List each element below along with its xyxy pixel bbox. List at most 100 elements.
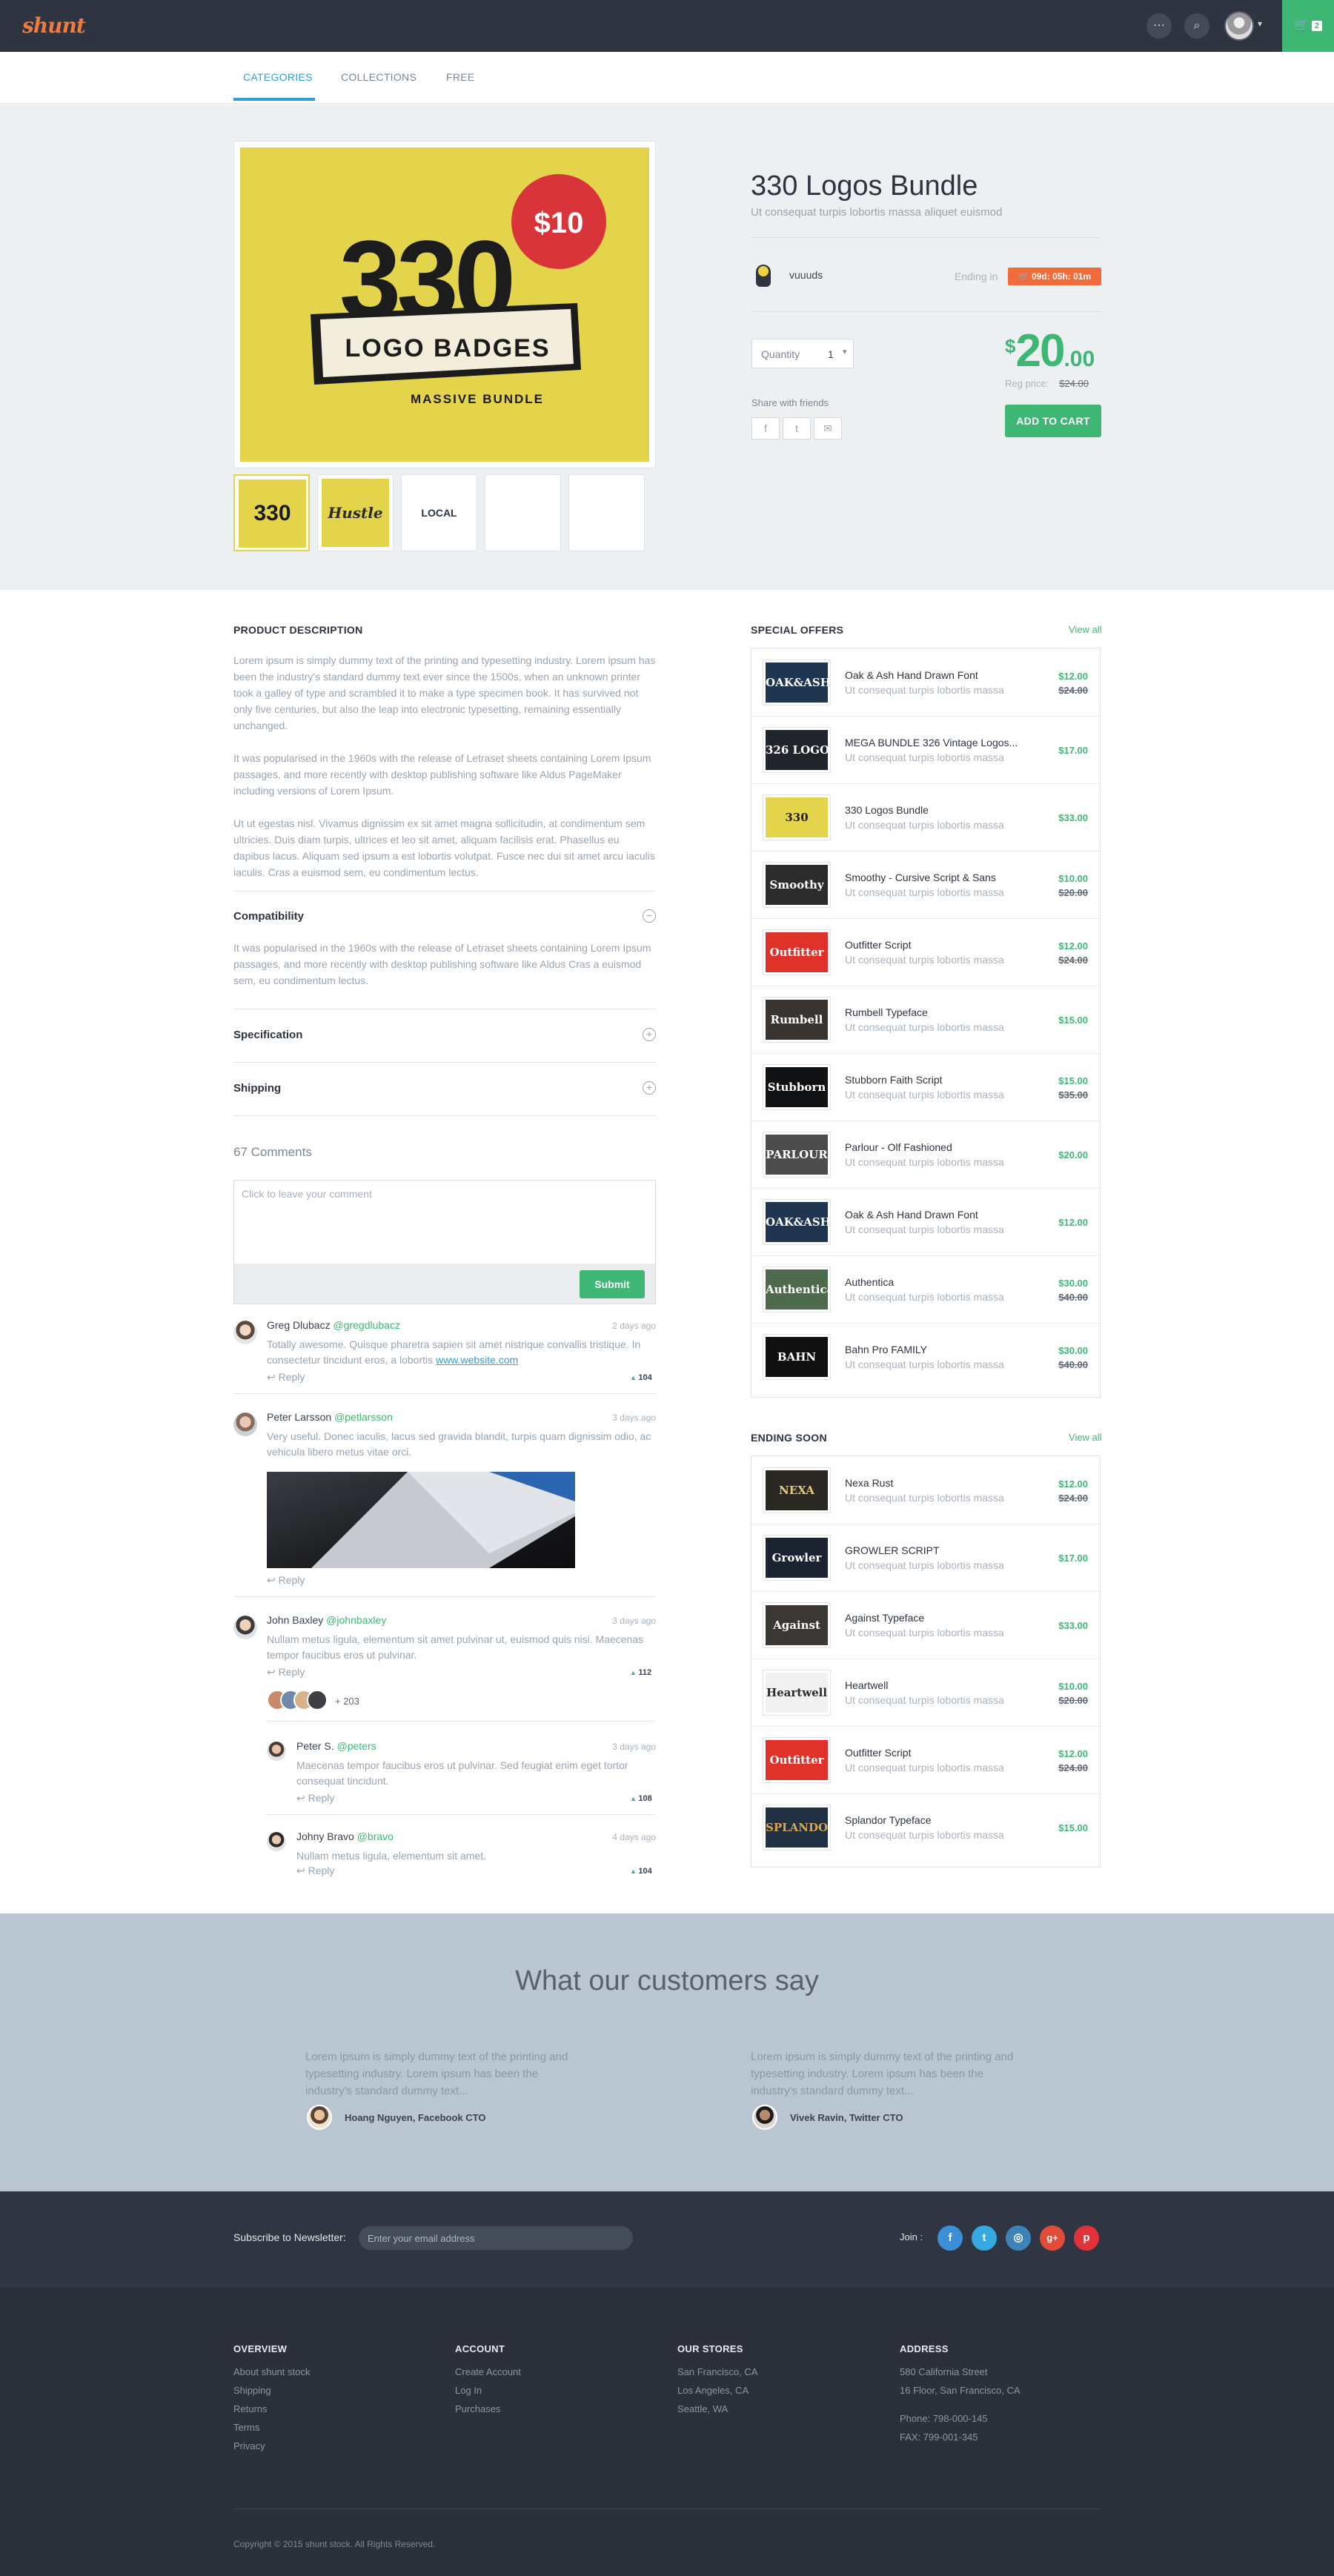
product-list-item[interactable]: SPLANDOR Splandor Typeface Ut consequat tu…	[751, 1794, 1100, 1862]
vote-count[interactable]: 108	[630, 1794, 651, 1803]
vote-count[interactable]: 104	[630, 1373, 651, 1382]
product-list-item[interactable]: Heartwell Heartwell Ut consequat turpis lo…	[751, 1659, 1100, 1727]
avatar[interactable]	[233, 1413, 257, 1436]
product-name[interactable]: Against Typeface	[845, 1612, 1030, 1624]
footer-link[interactable]: Privacy	[233, 2440, 265, 2451]
product-name[interactable]: Outfitter Script	[845, 1747, 1030, 1759]
product-list-item[interactable]: Outfitter Outfitter Script Ut consequat tu…	[751, 1727, 1100, 1794]
product-thumbnail[interactable]: Stubborn	[763, 1065, 830, 1109]
twitter-icon[interactable]: t	[972, 2225, 997, 2251]
vote-count[interactable]: 104	[630, 1867, 651, 1876]
product-list-item[interactable]: OAK&ASH Oak & Ash Hand Drawn Font Ut conse…	[751, 649, 1100, 717]
footer-link[interactable]: Shipping	[233, 2385, 271, 2396]
product-list-item[interactable]: Growler GROWLER SCRIPT Ut consequat turpis…	[751, 1524, 1100, 1592]
product-name[interactable]: 330 Logos Bundle	[845, 804, 1030, 816]
product-name[interactable]: Heartwell	[845, 1679, 1030, 1691]
product-thumbnail[interactable]: Outfitter	[763, 930, 830, 975]
facebook-icon[interactable]: f	[938, 2225, 963, 2251]
product-list-item[interactable]: BAHN Bahn Pro FAMILY Ut consequat turpis l…	[751, 1324, 1100, 1391]
product-thumbnail[interactable]: PARLOUR	[763, 1132, 830, 1177]
comment-image[interactable]	[267, 1472, 575, 1568]
footer-link[interactable]: Purchases	[455, 2403, 500, 2414]
product-name[interactable]: Splandor Typeface	[845, 1814, 1030, 1826]
product-thumbnail[interactable]: Growler	[763, 1536, 830, 1580]
comment-link[interactable]: www.website.com	[436, 1354, 518, 1366]
product-thumbnail[interactable]: Outfitter	[763, 1738, 830, 1782]
product-list-item[interactable]: Against Against Typeface Ut consequat turp…	[751, 1592, 1100, 1659]
author-name[interactable]: Johny Bravo	[296, 1830, 354, 1842]
footer-link[interactable]: About shunt stock	[233, 2366, 310, 2377]
reply-button[interactable]: ↩ Reply	[267, 1666, 305, 1679]
footer-link[interactable]: Seattle, WA	[677, 2403, 728, 2414]
product-thumbnail[interactable]: Rumbell	[763, 997, 830, 1042]
avatar[interactable]	[267, 1832, 286, 1851]
tab-free[interactable]: FREE	[446, 71, 475, 83]
instagram-icon[interactable]: ◎	[1006, 2225, 1031, 2251]
product-list-item[interactable]: 326 LOGOS MEGA BUNDLE 326 Vintage Logos..…	[751, 717, 1100, 784]
product-thumbnail[interactable]: Heartwell	[763, 1670, 830, 1715]
footer-link[interactable]: Los Angeles, CA	[677, 2385, 749, 2396]
add-to-cart-button[interactable]: ADD TO CART	[1005, 405, 1101, 437]
product-name[interactable]: MEGA BUNDLE 326 Vintage Logos...	[845, 737, 1030, 748]
product-name[interactable]: Outfitter Script	[845, 939, 1030, 951]
expand-icon[interactable]: +	[643, 1028, 656, 1041]
product-thumbnail[interactable]: 326 LOGOS	[763, 728, 830, 772]
avatar[interactable]	[233, 1321, 257, 1344]
reply-button[interactable]: ↩ Reply	[267, 1371, 305, 1384]
product-thumbnail[interactable]: Smoothy	[763, 863, 830, 907]
cart-button[interactable]: 🛒 2	[1282, 0, 1334, 52]
logo[interactable]: shunt	[22, 13, 86, 38]
seller-name[interactable]: vuuuds	[789, 269, 823, 281]
product-thumbnail[interactable]: NEXA	[763, 1468, 830, 1513]
footer-link[interactable]: San Francisco, CA	[677, 2366, 757, 2377]
email-field[interactable]: Enter your email address	[359, 2226, 633, 2250]
expand-icon[interactable]: +	[643, 1081, 656, 1095]
reply-button[interactable]: ↩ Reply	[296, 1865, 334, 1877]
footer-link[interactable]: Returns	[233, 2403, 268, 2414]
product-name[interactable]: Parlour - Olf Fashioned	[845, 1141, 1030, 1153]
product-thumbnail[interactable]: Against	[763, 1603, 830, 1647]
author-name[interactable]: Peter Larsson	[267, 1411, 331, 1423]
shipping-title[interactable]: Shipping	[233, 1082, 281, 1095]
author-handle[interactable]: @bravo	[357, 1830, 394, 1842]
product-name[interactable]: Oak & Ash Hand Drawn Font	[845, 669, 1030, 681]
product-name[interactable]: Nexa Rust	[845, 1477, 1030, 1489]
product-name[interactable]: Rumbell Typeface	[845, 1006, 1030, 1018]
reply-button[interactable]: ↩ Reply	[296, 1792, 334, 1805]
avatar[interactable]	[267, 1742, 286, 1761]
product-list-item[interactable]: Outfitter Outfitter Script Ut consequat tu…	[751, 919, 1100, 986]
avatar[interactable]	[233, 1616, 257, 1639]
product-name[interactable]: Bahn Pro FAMILY	[845, 1344, 1030, 1355]
tab-categories[interactable]: CATEGORIES	[243, 71, 313, 83]
more-icon[interactable]: ⋯	[1146, 13, 1172, 39]
google-plus-icon[interactable]: g+	[1040, 2225, 1065, 2251]
thumbnail-2[interactable]: Hustle	[317, 474, 394, 551]
product-list-item[interactable]: Smoothy Smoothy - Cursive Script & Sans Ut…	[751, 852, 1100, 919]
vote-count[interactable]: 112	[630, 1668, 651, 1677]
product-name[interactable]: Authentica	[845, 1276, 1030, 1288]
author-name[interactable]: Greg Dlubacz	[267, 1319, 331, 1331]
likers-avatars[interactable]	[267, 1690, 329, 1712]
author-handle[interactable]: @gregdlubacz	[333, 1319, 400, 1331]
product-list-item[interactable]: NEXA Nexa Rust Ut consequat turpis loborti…	[751, 1457, 1100, 1524]
seller-avatar[interactable]	[756, 265, 771, 287]
product-list-item[interactable]: Stubborn Stubborn Faith Script Ut consequa…	[751, 1054, 1100, 1121]
specification-section[interactable]: Specification +	[233, 1009, 656, 1063]
reply-button[interactable]: ↩ Reply	[267, 1574, 305, 1587]
facebook-share-icon[interactable]: f	[751, 417, 780, 439]
ending-soon-view-all[interactable]: View all	[1069, 1432, 1102, 1443]
specification-title[interactable]: Specification	[233, 1029, 302, 1041]
product-list-item[interactable]: PARLOUR Parlour - Olf Fashioned Ut consequ…	[751, 1121, 1100, 1189]
collapse-icon[interactable]: −	[643, 909, 656, 923]
thumbnail-3[interactable]: LOCAL	[401, 474, 477, 551]
product-thumbnail[interactable]: OAK&ASH	[763, 660, 830, 705]
search-icon[interactable]: ⌕	[1184, 13, 1209, 39]
author-handle[interactable]: @johnbaxley	[326, 1614, 386, 1626]
shipping-section[interactable]: Shipping +	[233, 1063, 656, 1116]
chevron-down-icon[interactable]: ▾	[1258, 19, 1262, 29]
compatibility-title[interactable]: Compatibility	[233, 910, 304, 923]
footer-link[interactable]: Create Account	[455, 2366, 521, 2377]
special-offers-view-all[interactable]: View all	[1069, 624, 1102, 635]
product-list-item[interactable]: OAK&ASH Oak & Ash Hand Drawn Font Ut conse…	[751, 1189, 1100, 1256]
product-thumbnail[interactable]: BAHN	[763, 1335, 830, 1379]
